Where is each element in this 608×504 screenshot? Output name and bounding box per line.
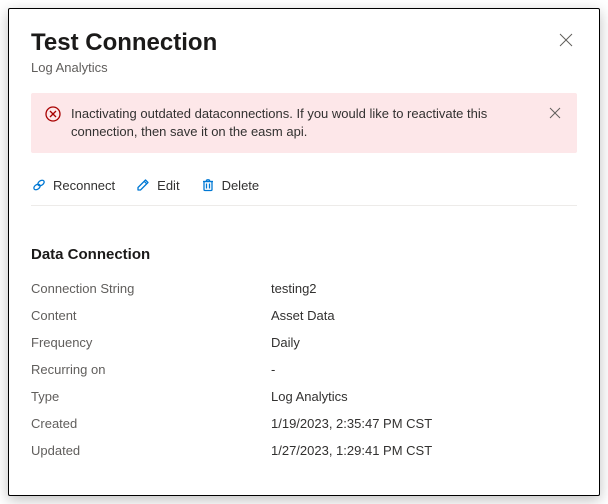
label-created: Created <box>31 416 271 431</box>
dismiss-alert-button[interactable] <box>547 105 563 124</box>
label-type: Type <box>31 389 271 404</box>
value-connection-string: testing2 <box>271 281 577 296</box>
error-icon <box>45 106 61 125</box>
close-icon <box>549 107 561 122</box>
toolbar: Reconnect Edit <box>31 169 577 206</box>
edit-button[interactable]: Edit <box>135 175 179 195</box>
value-recurring-on: - <box>271 362 577 377</box>
connection-panel: Test Connection Log Analytics Inactivati… <box>8 8 600 496</box>
value-type: Log Analytics <box>271 389 577 404</box>
label-recurring-on: Recurring on <box>31 362 271 377</box>
close-icon <box>559 34 573 50</box>
error-alert: Inactivating outdated dataconnections. I… <box>31 93 577 153</box>
section-title: Data Connection <box>31 246 577 263</box>
edit-icon <box>135 177 151 193</box>
page-title: Test Connection <box>31 29 217 58</box>
delete-label: Delete <box>222 178 260 193</box>
reconnect-icon <box>31 177 47 193</box>
delete-icon <box>200 177 216 193</box>
alert-message: Inactivating outdated dataconnections. I… <box>71 105 537 141</box>
label-connection-string: Connection String <box>31 281 271 296</box>
delete-button[interactable]: Delete <box>200 175 260 195</box>
label-content: Content <box>31 308 271 323</box>
header-text-block: Test Connection Log Analytics <box>31 29 217 75</box>
value-updated: 1/27/2023, 1:29:41 PM CST <box>271 443 577 458</box>
page-subtitle: Log Analytics <box>31 60 217 75</box>
reconnect-button[interactable]: Reconnect <box>31 175 115 195</box>
close-button[interactable] <box>555 29 577 53</box>
reconnect-label: Reconnect <box>53 178 115 193</box>
label-updated: Updated <box>31 443 271 458</box>
edit-label: Edit <box>157 178 179 193</box>
panel-header: Test Connection Log Analytics <box>31 29 577 75</box>
key-value-grid: Connection String testing2 Content Asset… <box>31 281 577 458</box>
value-content: Asset Data <box>271 308 577 323</box>
value-created: 1/19/2023, 2:35:47 PM CST <box>271 416 577 431</box>
label-frequency: Frequency <box>31 335 271 350</box>
value-frequency: Daily <box>271 335 577 350</box>
